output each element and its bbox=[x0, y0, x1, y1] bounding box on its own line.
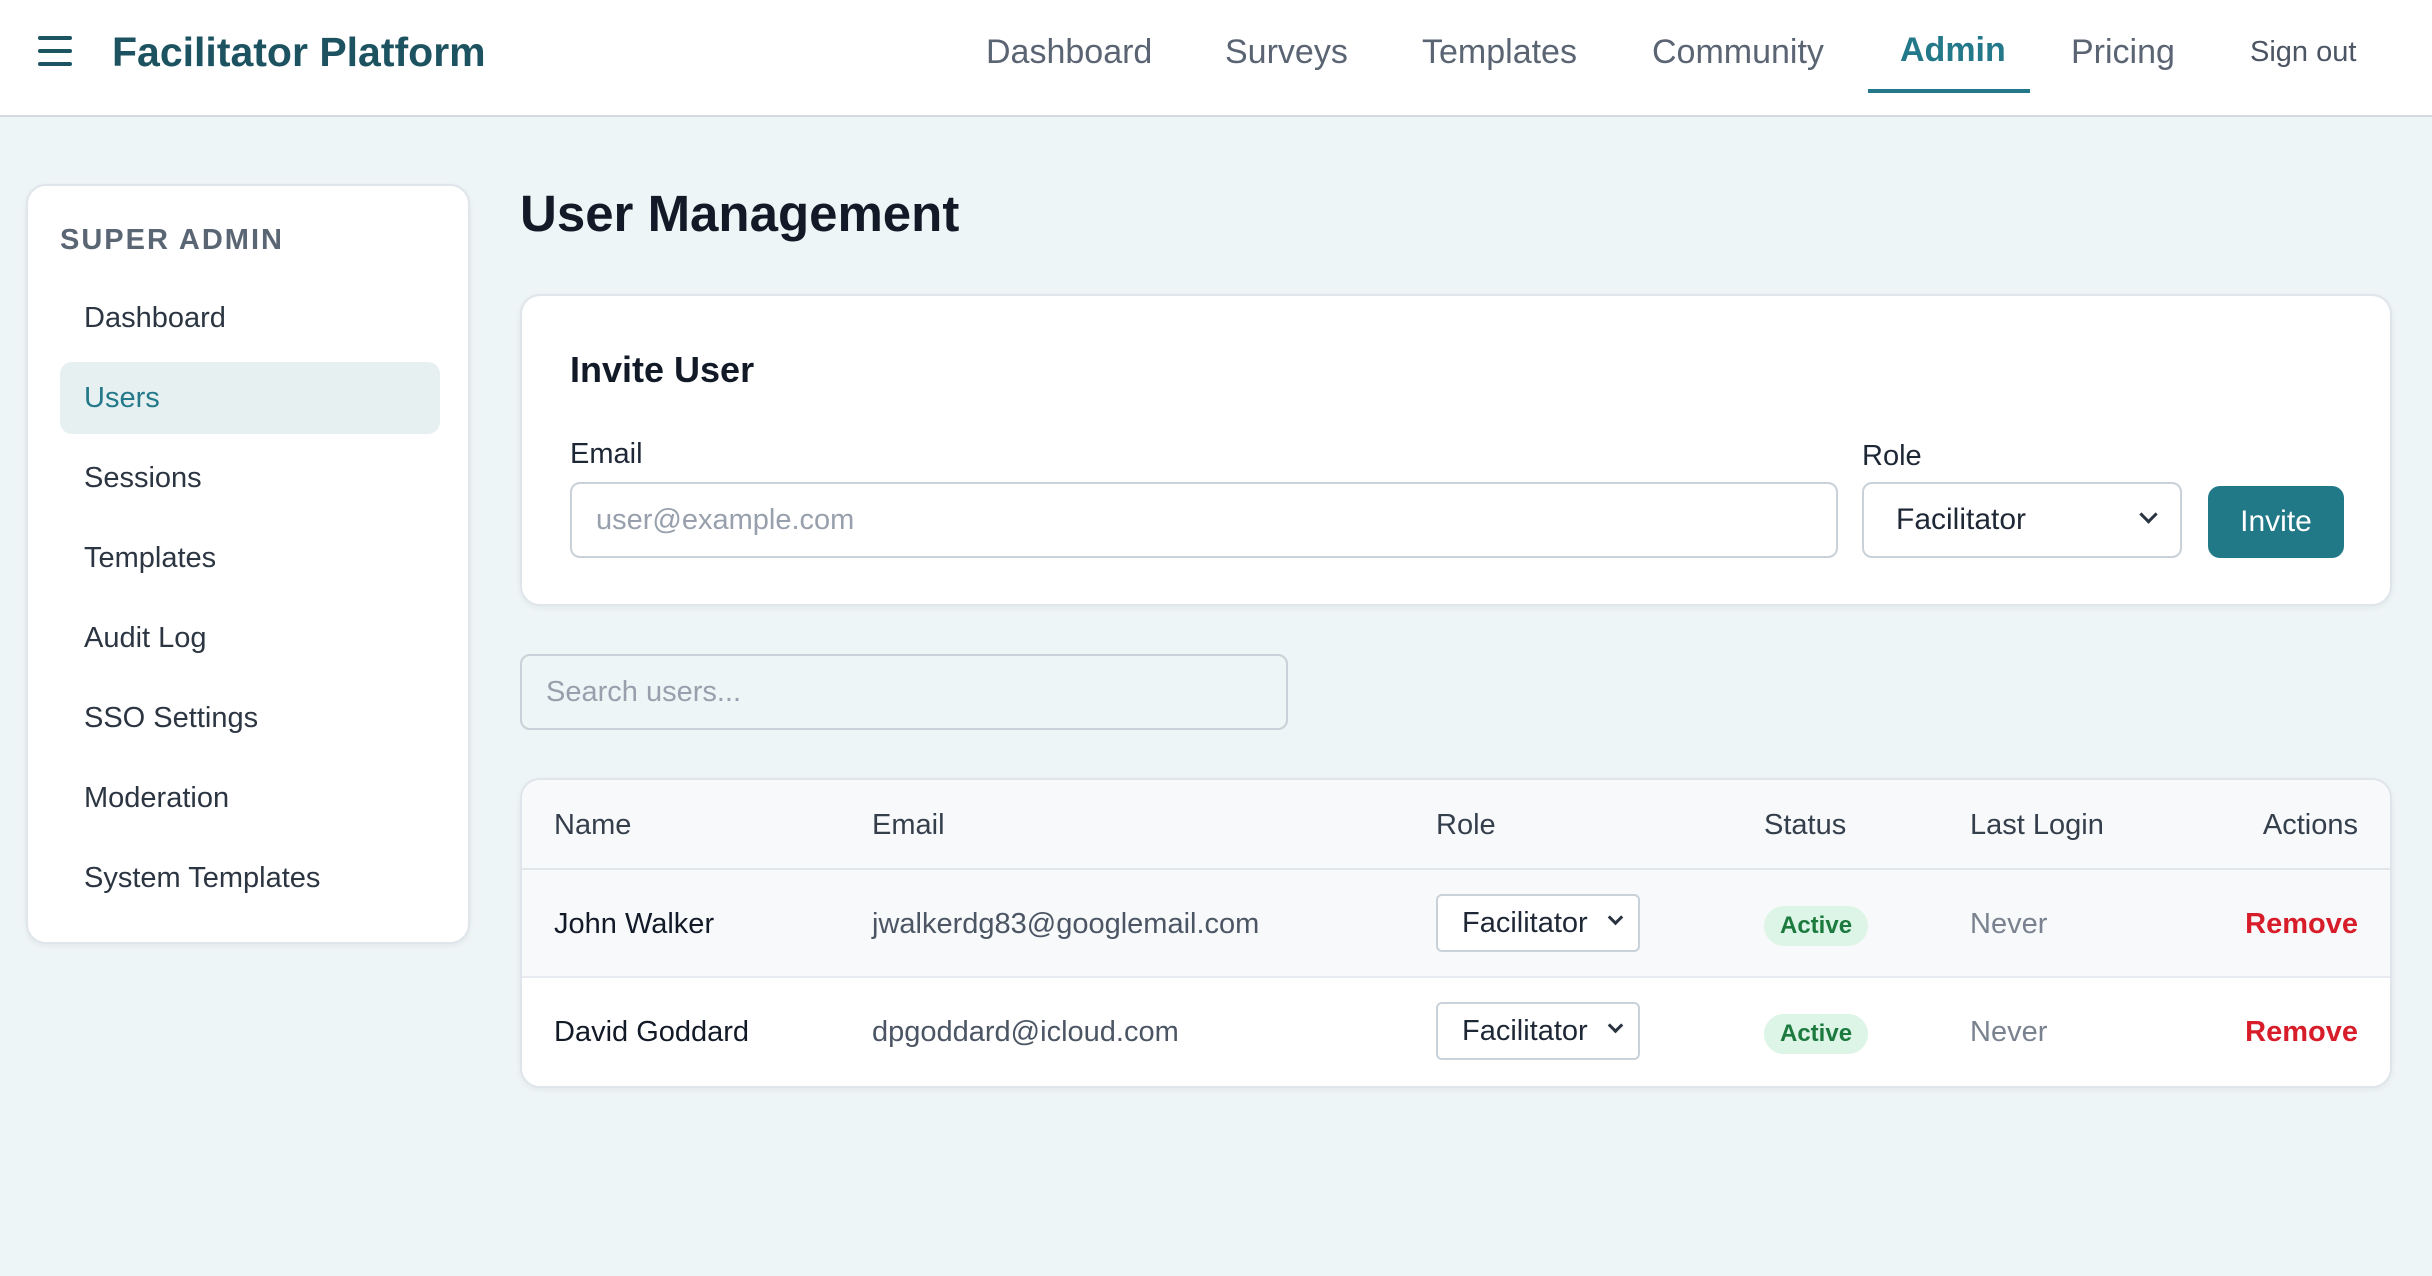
sidebar-item-audit-log[interactable]: Audit Log bbox=[60, 602, 440, 674]
user-role-value: Facilitator bbox=[1462, 1015, 1588, 1047]
user-email: jwalkerdg83@googlemail.com bbox=[872, 908, 1260, 940]
remove-user-button[interactable]: Remove bbox=[2245, 870, 2358, 978]
sidebar-item-users[interactable]: Users bbox=[60, 362, 440, 434]
nav-templates[interactable]: Templates bbox=[1422, 24, 1577, 80]
hamburger-menu-icon[interactable] bbox=[38, 36, 72, 66]
users-table: Name Email Role Status Last Login Action… bbox=[520, 778, 2392, 1088]
user-role-value: Facilitator bbox=[1462, 907, 1588, 939]
status-badge: Active bbox=[1764, 906, 1869, 946]
sidebar-title: SUPER ADMIN bbox=[60, 224, 284, 256]
sidebar-item-label: Templates bbox=[84, 542, 217, 574]
user-last-login: Never bbox=[1970, 908, 2048, 940]
app-title[interactable]: Facilitator Platform bbox=[112, 24, 486, 80]
sign-out-button[interactable]: Sign out bbox=[2250, 26, 2356, 78]
nav-community[interactable]: Community bbox=[1652, 24, 1824, 80]
sidebar-item-dashboard[interactable]: Dashboard bbox=[60, 282, 440, 354]
user-last-login: Never bbox=[1970, 1016, 2048, 1048]
column-header-last-login: Last Login bbox=[1970, 809, 2104, 841]
table-header: Name Email Role Status Last Login Action… bbox=[522, 780, 2390, 870]
column-header-actions: Actions bbox=[2262, 809, 2358, 841]
user-name: David Goddard bbox=[554, 1016, 750, 1048]
user-email: dpgoddard@icloud.com bbox=[872, 1016, 1179, 1048]
chevron-down-icon bbox=[2139, 505, 2158, 524]
top-navbar: Facilitator Platform Dashboard Surveys T… bbox=[0, 0, 2432, 117]
page-title: User Management bbox=[520, 185, 960, 242]
admin-sidebar: SUPER ADMIN Dashboard Users Sessions Tem… bbox=[26, 184, 470, 944]
chevron-down-icon bbox=[1607, 909, 1624, 926]
invite-card-title: Invite User bbox=[570, 349, 755, 390]
table-row: John Walker jwalkerdg83@googlemail.com F… bbox=[522, 870, 2390, 978]
column-header-role: Role bbox=[1436, 809, 1496, 841]
sidebar-item-label: Sessions bbox=[84, 462, 202, 494]
user-role-select[interactable]: Facilitator bbox=[1436, 894, 1640, 952]
search-users-input[interactable] bbox=[520, 654, 1288, 730]
user-role-select[interactable]: Facilitator bbox=[1436, 1002, 1640, 1060]
column-header-name: Name bbox=[554, 809, 632, 841]
user-name: John Walker bbox=[554, 908, 715, 940]
nav-admin[interactable]: Admin bbox=[1900, 22, 2006, 78]
chevron-down-icon bbox=[1607, 1017, 1624, 1034]
nav-surveys[interactable]: Surveys bbox=[1225, 24, 1348, 80]
sidebar-item-sso-settings[interactable]: SSO Settings bbox=[60, 682, 440, 754]
sidebar-item-label: Dashboard bbox=[84, 302, 226, 334]
sidebar-item-label: Users bbox=[84, 382, 160, 414]
invite-button[interactable]: Invite bbox=[2208, 486, 2344, 558]
email-label: Email bbox=[570, 438, 643, 470]
invite-user-card: Invite User Email Role Facilitator Invit… bbox=[520, 294, 2392, 606]
sidebar-item-label: SSO Settings bbox=[84, 702, 259, 734]
nav-pricing[interactable]: Pricing bbox=[2071, 24, 2175, 80]
status-badge: Active bbox=[1764, 1014, 1869, 1054]
column-header-status: Status bbox=[1764, 809, 1847, 841]
table-row: David Goddard dpgoddard@icloud.com Facil… bbox=[522, 978, 2390, 1086]
invite-role-select[interactable]: Facilitator bbox=[1862, 482, 2182, 558]
sidebar-item-label: Moderation bbox=[84, 782, 230, 814]
sidebar-item-moderation[interactable]: Moderation bbox=[60, 762, 440, 834]
invite-email-input[interactable] bbox=[570, 482, 1838, 558]
sidebar-item-label: System Templates bbox=[84, 862, 321, 894]
sidebar-item-templates[interactable]: Templates bbox=[60, 522, 440, 594]
column-header-email: Email bbox=[872, 809, 945, 841]
sidebar-item-label: Audit Log bbox=[84, 622, 207, 654]
sidebar-item-system-templates[interactable]: System Templates bbox=[60, 842, 440, 914]
invite-role-value: Facilitator bbox=[1896, 503, 2027, 536]
remove-user-button[interactable]: Remove bbox=[2245, 978, 2358, 1086]
nav-dashboard[interactable]: Dashboard bbox=[986, 24, 1152, 80]
role-label: Role bbox=[1862, 440, 1922, 472]
nav-active-indicator bbox=[1868, 89, 2030, 93]
sidebar-item-sessions[interactable]: Sessions bbox=[60, 442, 440, 514]
